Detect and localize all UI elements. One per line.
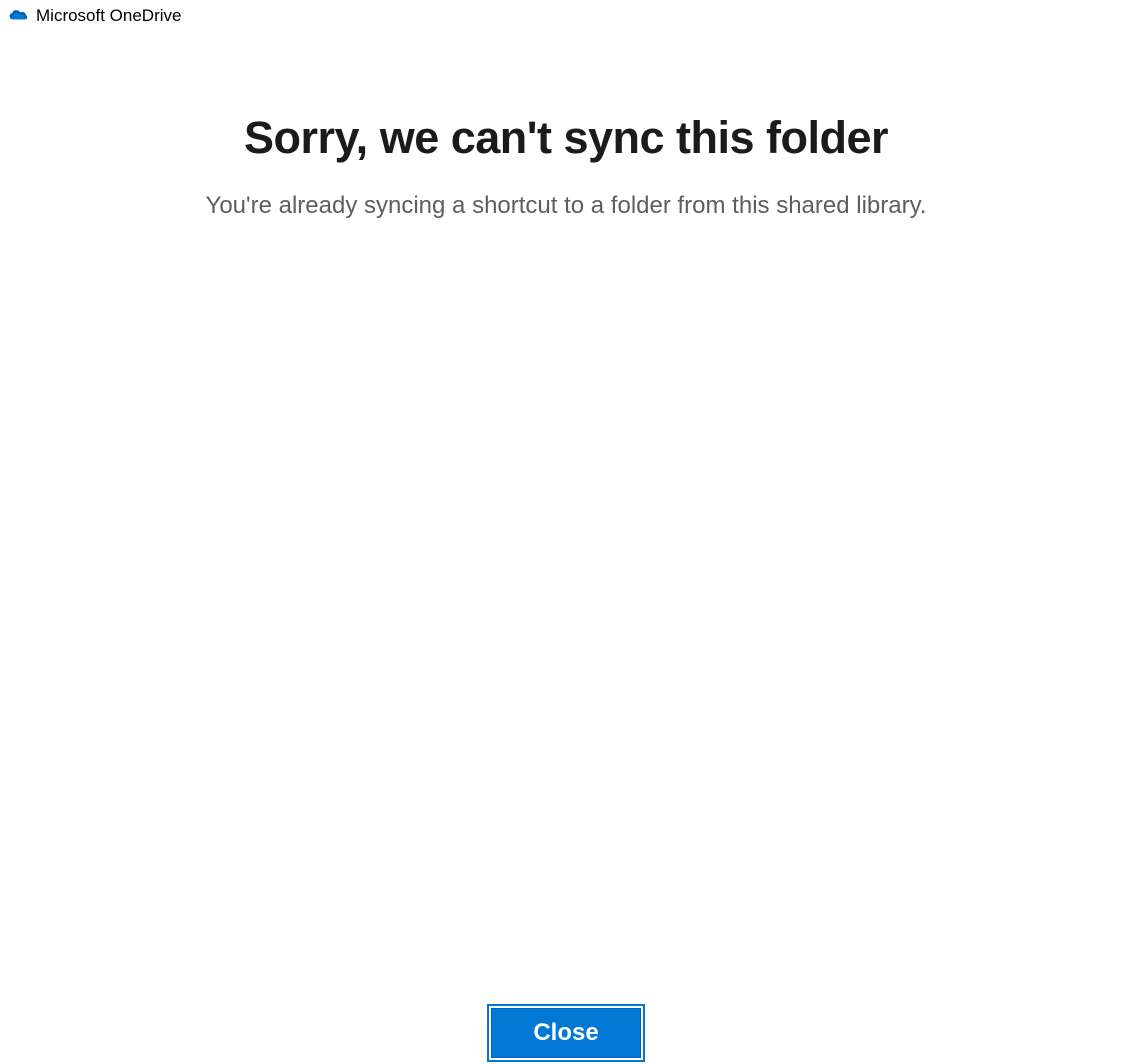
dialog-actions: Close bbox=[0, 1008, 1132, 1064]
titlebar: Microsoft OneDrive bbox=[0, 0, 1132, 32]
close-button[interactable]: Close bbox=[491, 1008, 641, 1058]
dialog-heading: Sorry, we can't sync this folder bbox=[244, 112, 888, 164]
dialog-subtext: You're already syncing a shortcut to a f… bbox=[206, 192, 927, 220]
onedrive-cloud-icon bbox=[8, 6, 28, 26]
dialog-content: Sorry, we can't sync this folder You're … bbox=[0, 32, 1132, 220]
titlebar-app-name: Microsoft OneDrive bbox=[36, 6, 181, 26]
